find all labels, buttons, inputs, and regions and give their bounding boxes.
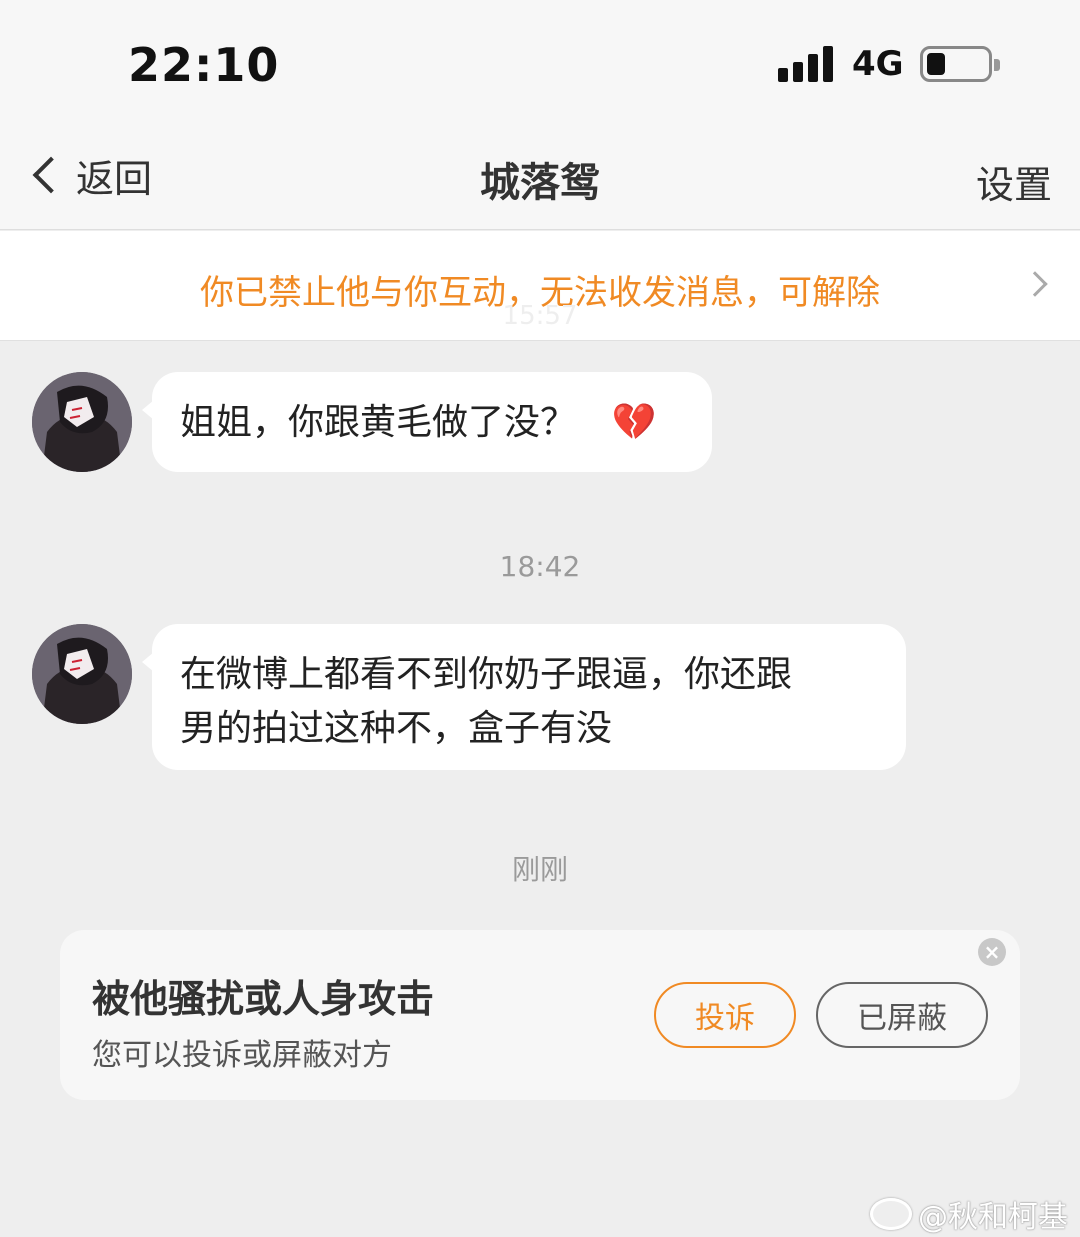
close-icon[interactable]: × bbox=[978, 938, 1006, 966]
blocked-button[interactable]: 已屏蔽 bbox=[816, 982, 988, 1048]
banner-faded-time: 15:57 bbox=[502, 301, 578, 331]
page-title: 城落鸳 bbox=[480, 160, 600, 206]
timestamp: 18:42 bbox=[499, 550, 581, 583]
report-button[interactable]: 投诉 bbox=[654, 982, 796, 1048]
nav-bar: 返回 城落鸳 设置 bbox=[0, 120, 1080, 230]
timestamp: 刚刚 bbox=[511, 853, 568, 886]
harassment-card: 被他骚扰或人身攻击 您可以投诉或屏蔽对方 投诉 已屏蔽 × bbox=[60, 930, 1020, 1100]
watermark: @秋和柯基 bbox=[870, 1192, 1068, 1236]
battery-icon bbox=[920, 46, 1000, 82]
blocked-banner[interactable]: 你已禁止他与你互动，无法收发消息，可解除 15:57 bbox=[0, 231, 1080, 341]
message-text: 姐姐，你跟黄毛做了没？ bbox=[180, 402, 577, 443]
weibo-icon bbox=[870, 1198, 912, 1230]
message-text-line: 男的拍过这种不，盒子有没 bbox=[180, 708, 613, 749]
avatar[interactable] bbox=[32, 624, 132, 724]
message-bubble[interactable]: 在微博上都看不到你奶子跟逼，你还跟 男的拍过这种不，盒子有没 bbox=[142, 624, 906, 770]
card-title: 被他骚扰或人身攻击 bbox=[92, 977, 435, 1021]
card-subtitle: 您可以投诉或屏蔽对方 bbox=[92, 1038, 392, 1073]
watermark-text: @秋和柯基 bbox=[918, 1200, 1068, 1235]
settings-button[interactable]: 设置 bbox=[976, 154, 1052, 209]
network-type: 4G bbox=[852, 44, 904, 84]
status-bar: 22:10 4G bbox=[0, 0, 1080, 120]
message-bubble[interactable]: 姐姐，你跟黄毛做了没？ 💔 bbox=[142, 372, 712, 472]
status-time: 22:10 bbox=[128, 38, 280, 92]
message-text-line: 在微博上都看不到你奶子跟逼，你还跟 bbox=[180, 654, 793, 695]
avatar[interactable] bbox=[32, 372, 132, 472]
signal-icon bbox=[778, 46, 834, 82]
broken-heart-icon: 💔 bbox=[611, 402, 657, 443]
